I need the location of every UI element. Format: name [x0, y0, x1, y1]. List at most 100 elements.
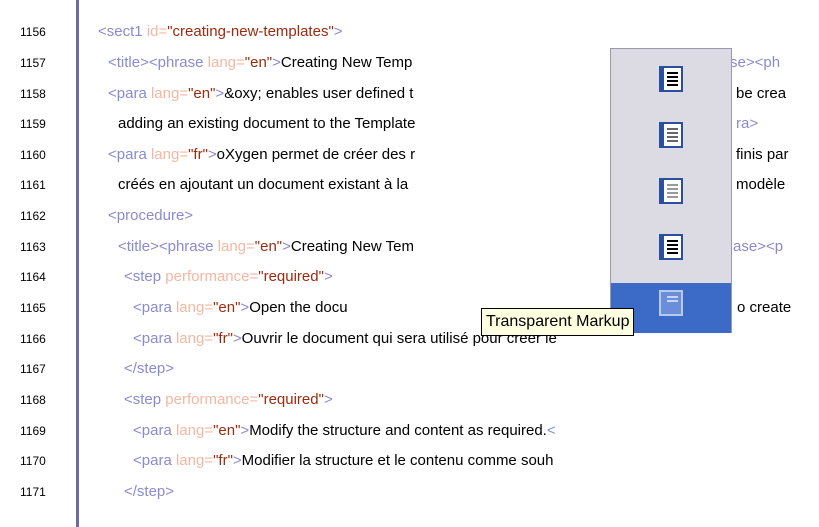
line-number: 1156 [20, 25, 46, 39]
partial-tags-icon[interactable] [655, 119, 687, 151]
xml-tag: > [232, 330, 242, 347]
line-number: 1157 [20, 56, 46, 70]
full-tags-icon[interactable] [655, 63, 687, 95]
xml-tag: > [323, 391, 333, 408]
text-content: Creating New Tem [290, 238, 414, 255]
code-line-tail: be crea [736, 82, 786, 106]
xml-tag: < [546, 422, 556, 439]
code-line: <title><phrase lang="en">Creating New Te… [118, 235, 414, 259]
line-number: 1167 [20, 362, 46, 376]
xml-value: "en" [213, 299, 241, 316]
line-number: 1171 [20, 485, 46, 499]
xml-attr: lang= [150, 146, 189, 163]
xml-value: "fr" [213, 330, 233, 347]
xml-attr: lang= [217, 238, 255, 255]
line-number: 1166 [20, 332, 46, 346]
text-content: Open the docu [249, 299, 348, 316]
code-line-tail: modèle [736, 173, 785, 197]
xml-tag: <para [133, 422, 176, 439]
xml-tag: <para [133, 299, 176, 316]
xml-tag: > [232, 452, 242, 469]
xml-value: "en" [188, 85, 216, 102]
code-line: <sect1 id="creating-new-templates"> [98, 20, 343, 44]
xml-tag: <para [133, 452, 176, 469]
line-number: 1165 [20, 301, 46, 315]
xml-attr: lang= [175, 330, 214, 347]
line-number: 1170 [20, 454, 46, 468]
xml-attr: performance= [165, 391, 259, 408]
line-number: 1158 [20, 87, 46, 101]
line-number: 1164 [20, 270, 46, 284]
xml-attr: lang= [175, 422, 214, 439]
xml-attr: performance= [165, 268, 259, 285]
text-content: créés en ajoutant un document existant à… [118, 176, 409, 193]
xml-value: "fr" [188, 146, 208, 163]
inline-tags-icon[interactable] [655, 175, 687, 207]
code-line: </step> [124, 480, 174, 504]
line-number: 1162 [20, 209, 46, 223]
code-line-tail: ase><p [733, 235, 783, 259]
code-line: adding an existing document to the Templ… [118, 112, 415, 136]
xml-tag: se><ph [730, 54, 781, 71]
text-content: be crea [736, 85, 787, 102]
xml-tag: <step [124, 391, 166, 408]
code-line: <title><phrase lang="en">Creating New Te… [108, 51, 412, 75]
text-content: Modifier la structure et le contenu comm… [241, 452, 554, 469]
xml-attr: id= [146, 23, 168, 40]
xml-tag: > [215, 85, 225, 102]
text-content: Modify the structure and content as requ… [249, 422, 547, 439]
line-number: 1169 [20, 424, 46, 438]
code-line-tail: se><ph [730, 51, 780, 75]
text-content: o create [737, 299, 792, 316]
xml-tag: <title><phrase [108, 54, 208, 71]
xml-tag: <sect1 [98, 23, 147, 40]
xml-value: "fr" [213, 452, 233, 469]
code-line: <para lang="en">Open the docu [133, 296, 348, 320]
xml-tag: <step [124, 268, 166, 285]
tooltip: Transparent Markup [481, 308, 635, 336]
code-line: <procedure> [108, 204, 193, 228]
xml-tag: </step> [124, 483, 175, 500]
line-number: 1161 [20, 178, 46, 192]
code-line: <step performance="required"> [124, 265, 333, 289]
block-tags-icon[interactable] [655, 231, 687, 263]
xml-value: "en" [254, 238, 283, 255]
xml-tag: <para [133, 330, 176, 347]
code-line: </step> [124, 357, 174, 381]
xml-tag: <para [108, 146, 151, 163]
text-content: finis par [736, 146, 789, 163]
line-number-gutter: 1156 1157 1158 1159 1160 1161 1162 1163 … [0, 0, 79, 527]
text-content: modèle [736, 176, 786, 193]
tags-display-mode-popup[interactable] [610, 48, 732, 333]
xml-tag: > [323, 268, 333, 285]
xml-tag: > [272, 54, 281, 71]
line-number: 1159 [20, 117, 46, 131]
xml-value: "required" [258, 391, 324, 408]
code-line-tail: finis par [736, 143, 789, 167]
xml-tag: <title><phrase [118, 238, 218, 255]
xml-tag: </step> [124, 360, 175, 377]
transparent-tags-icon [655, 287, 687, 319]
text-content: &oxy; enables user defined t [224, 85, 414, 102]
line-number: 1163 [20, 240, 46, 254]
code-line: <para lang="en">&oxy; enables user defin… [108, 82, 413, 106]
xml-tag: <para [108, 85, 151, 102]
xml-value: "creating-new-templates" [167, 23, 334, 40]
xml-tag: ase><p [733, 238, 784, 255]
code-line: <para lang="en">Modify the structure and… [133, 419, 556, 443]
xml-value: "en" [213, 422, 241, 439]
xml-attr: lang= [150, 85, 189, 102]
line-number: 1160 [20, 148, 46, 162]
code-line-tail: ra> [736, 112, 758, 136]
code-line-tail: o create [737, 296, 791, 320]
xml-tag: > [207, 146, 217, 163]
xml-value: "en" [244, 54, 273, 71]
line-number: 1168 [20, 393, 46, 407]
xml-attr: lang= [175, 299, 214, 316]
xml-tag: > [240, 299, 250, 316]
code-line: créés en ajoutant un document existant à… [118, 173, 408, 197]
code-line: <step performance="required"> [124, 388, 333, 412]
xml-value: "required" [258, 268, 324, 285]
xml-tag: > [240, 422, 250, 439]
xml-attr: lang= [207, 54, 245, 71]
